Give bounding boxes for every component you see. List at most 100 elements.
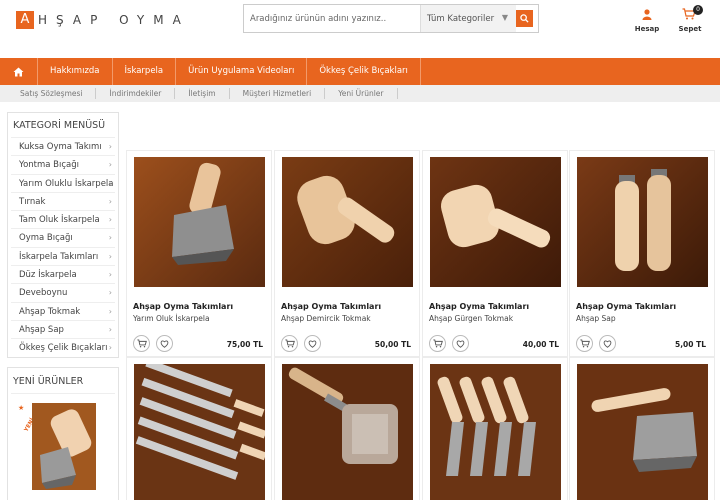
sub-nav-new-products[interactable]: Yeni Ürünler bbox=[325, 88, 398, 99]
category-label: Düz İskarpela bbox=[19, 270, 77, 281]
chevron-right-icon: › bbox=[108, 178, 112, 188]
product-image[interactable] bbox=[282, 364, 413, 500]
heart-icon bbox=[456, 340, 465, 348]
product-title[interactable]: Ahşap Oyma Takımları bbox=[133, 302, 233, 311]
main-nav: Hakkımızda İskarpela Ürün Uygulama Video… bbox=[0, 58, 720, 85]
chevron-down-icon: ▼ bbox=[501, 13, 508, 22]
favorite-button[interactable] bbox=[452, 335, 469, 352]
category-item[interactable]: Tam Oluk İskarpela › bbox=[11, 210, 115, 228]
chevron-right-icon: › bbox=[108, 233, 112, 243]
product-card[interactable] bbox=[422, 357, 568, 500]
category-item[interactable]: İskarpela Takımları › bbox=[11, 246, 115, 265]
product-card[interactable] bbox=[126, 357, 272, 500]
category-item[interactable]: Ökkeş Çelik Bıçakları › bbox=[11, 338, 115, 356]
category-select[interactable]: Tüm Kategoriler ▼ bbox=[420, 5, 516, 32]
add-to-cart-button[interactable] bbox=[281, 335, 298, 352]
category-label: Deveboynu bbox=[19, 288, 68, 299]
category-label: Ahşap Tokmak bbox=[19, 306, 81, 317]
product-title[interactable]: Ahşap Oyma Takımları bbox=[281, 302, 381, 311]
nav-item-knives[interactable]: Ökkeş Çelik Bıçakları bbox=[307, 58, 421, 85]
product-image[interactable] bbox=[134, 157, 265, 287]
category-item[interactable]: Deveboynu › bbox=[11, 283, 115, 301]
new-products-box: YENİ ÜRÜNLER ★ YENİ bbox=[7, 367, 119, 500]
new-product-thumbnail[interactable] bbox=[32, 403, 96, 490]
category-menu-title: KATEGORİ MENÜSÜ bbox=[13, 120, 106, 131]
product-title[interactable]: Ahşap Oyma Takımları bbox=[429, 302, 529, 311]
product-image[interactable] bbox=[577, 364, 708, 500]
category-label: Tırnak bbox=[19, 196, 46, 207]
chevron-right-icon: › bbox=[108, 251, 112, 261]
product-image[interactable] bbox=[134, 364, 265, 500]
account-button[interactable] bbox=[636, 9, 658, 23]
category-item[interactable]: Tırnak › bbox=[11, 191, 115, 210]
product-subtitle[interactable]: Ahşap Sap bbox=[576, 314, 616, 323]
category-label: İskarpela Takımları bbox=[19, 251, 99, 262]
category-label: Yarım Oluklu İskarpela bbox=[19, 178, 114, 189]
site-logo[interactable]: A HŞAP OYMA bbox=[16, 11, 190, 29]
category-label: Tam Oluk İskarpela bbox=[19, 215, 100, 226]
product-title[interactable]: Ahşap Oyma Takımları bbox=[576, 302, 676, 311]
product-subtitle[interactable]: Yarım Oluk İskarpela bbox=[133, 314, 210, 323]
category-item[interactable]: Kuksa Oyma Takımı › bbox=[11, 137, 115, 155]
product-card[interactable]: Ahşap Oyma Takımları Ahşap Demircik Tokm… bbox=[274, 150, 420, 357]
product-subtitle[interactable]: Ahşap Gürgen Tokmak bbox=[429, 314, 513, 323]
chevron-right-icon: › bbox=[108, 142, 112, 151]
product-image[interactable] bbox=[282, 157, 413, 287]
category-label: Yontma Bıçağı bbox=[19, 160, 80, 171]
product-price: 40,00 TL bbox=[522, 340, 559, 349]
favorite-button[interactable] bbox=[599, 335, 616, 352]
category-item[interactable]: Oyma Bıçağı › bbox=[11, 228, 115, 246]
favorite-button[interactable] bbox=[156, 335, 173, 352]
category-item[interactable]: Ahşap Tokmak › bbox=[11, 301, 115, 320]
product-image[interactable] bbox=[430, 157, 561, 287]
category-label: Kuksa Oyma Takımı bbox=[19, 142, 102, 152]
add-to-cart-button[interactable] bbox=[429, 335, 446, 352]
cart-icon bbox=[284, 339, 295, 348]
product-subtitle[interactable]: Ahşap Demircik Tokmak bbox=[281, 314, 371, 323]
sub-nav-contact[interactable]: İletişim bbox=[175, 88, 230, 99]
product-card[interactable]: Ahşap Oyma Takımları Yarım Oluk İskarpel… bbox=[126, 150, 272, 357]
category-select-value: Tüm Kategoriler bbox=[427, 13, 495, 24]
add-to-cart-button[interactable] bbox=[133, 335, 150, 352]
product-card[interactable] bbox=[274, 357, 420, 500]
heart-icon bbox=[603, 340, 612, 348]
product-image[interactable] bbox=[430, 364, 561, 500]
category-item[interactable]: Ahşap Sap › bbox=[11, 319, 115, 338]
home-icon bbox=[13, 67, 24, 76]
cart-label[interactable]: Sepet bbox=[676, 25, 704, 33]
new-badge-label: YENİ bbox=[22, 417, 32, 433]
cart-count-badge: 0 bbox=[693, 5, 703, 15]
category-label: Ahşap Sap bbox=[19, 324, 64, 335]
product-card[interactable]: Ahşap Oyma Takımları Ahşap Gürgen Tokmak… bbox=[422, 150, 568, 357]
product-card[interactable] bbox=[569, 357, 715, 500]
logo-text: HŞAP OYMA bbox=[38, 13, 190, 27]
category-label: Ökkeş Çelik Bıçakları bbox=[19, 343, 108, 354]
new-products-title: YENİ ÜRÜNLER bbox=[11, 368, 115, 394]
product-image[interactable] bbox=[577, 157, 708, 287]
nav-item-iskarpela[interactable]: İskarpela bbox=[113, 58, 177, 85]
search-input[interactable] bbox=[244, 5, 420, 32]
search-button[interactable] bbox=[516, 10, 533, 27]
search-bar: Tüm Kategoriler ▼ bbox=[243, 4, 539, 33]
category-item[interactable]: Yarım Oluklu İskarpela › bbox=[11, 173, 115, 192]
nav-item-about[interactable]: Hakkımızda bbox=[38, 58, 113, 85]
favorite-button[interactable] bbox=[304, 335, 321, 352]
chevron-right-icon: › bbox=[108, 324, 112, 334]
svg-text:★: ★ bbox=[18, 404, 24, 412]
product-price: 75,00 TL bbox=[226, 340, 263, 349]
logo-mark: A bbox=[16, 11, 34, 29]
sub-nav-customer-service[interactable]: Müşteri Hizmetleri bbox=[230, 88, 326, 99]
heart-icon bbox=[160, 340, 169, 348]
home-button[interactable] bbox=[0, 58, 38, 85]
cart-icon bbox=[579, 339, 590, 348]
sub-nav-sales-agreement[interactable]: Satış Sözleşmesi bbox=[0, 88, 97, 99]
account-label[interactable]: Hesap bbox=[630, 25, 664, 33]
category-item[interactable]: Yontma Bıçağı › bbox=[11, 155, 115, 173]
search-icon bbox=[520, 14, 529, 23]
category-item[interactable]: Düz İskarpela › bbox=[11, 265, 115, 283]
chevron-right-icon: › bbox=[108, 160, 112, 170]
product-card[interactable]: Ahşap Oyma Takımları Ahşap Sap 5,00 TL bbox=[569, 150, 715, 357]
add-to-cart-button[interactable] bbox=[576, 335, 593, 352]
sub-nav-discounts[interactable]: İndirimdekiler bbox=[96, 88, 176, 99]
nav-item-videos[interactable]: Ürün Uygulama Videoları bbox=[176, 58, 308, 85]
